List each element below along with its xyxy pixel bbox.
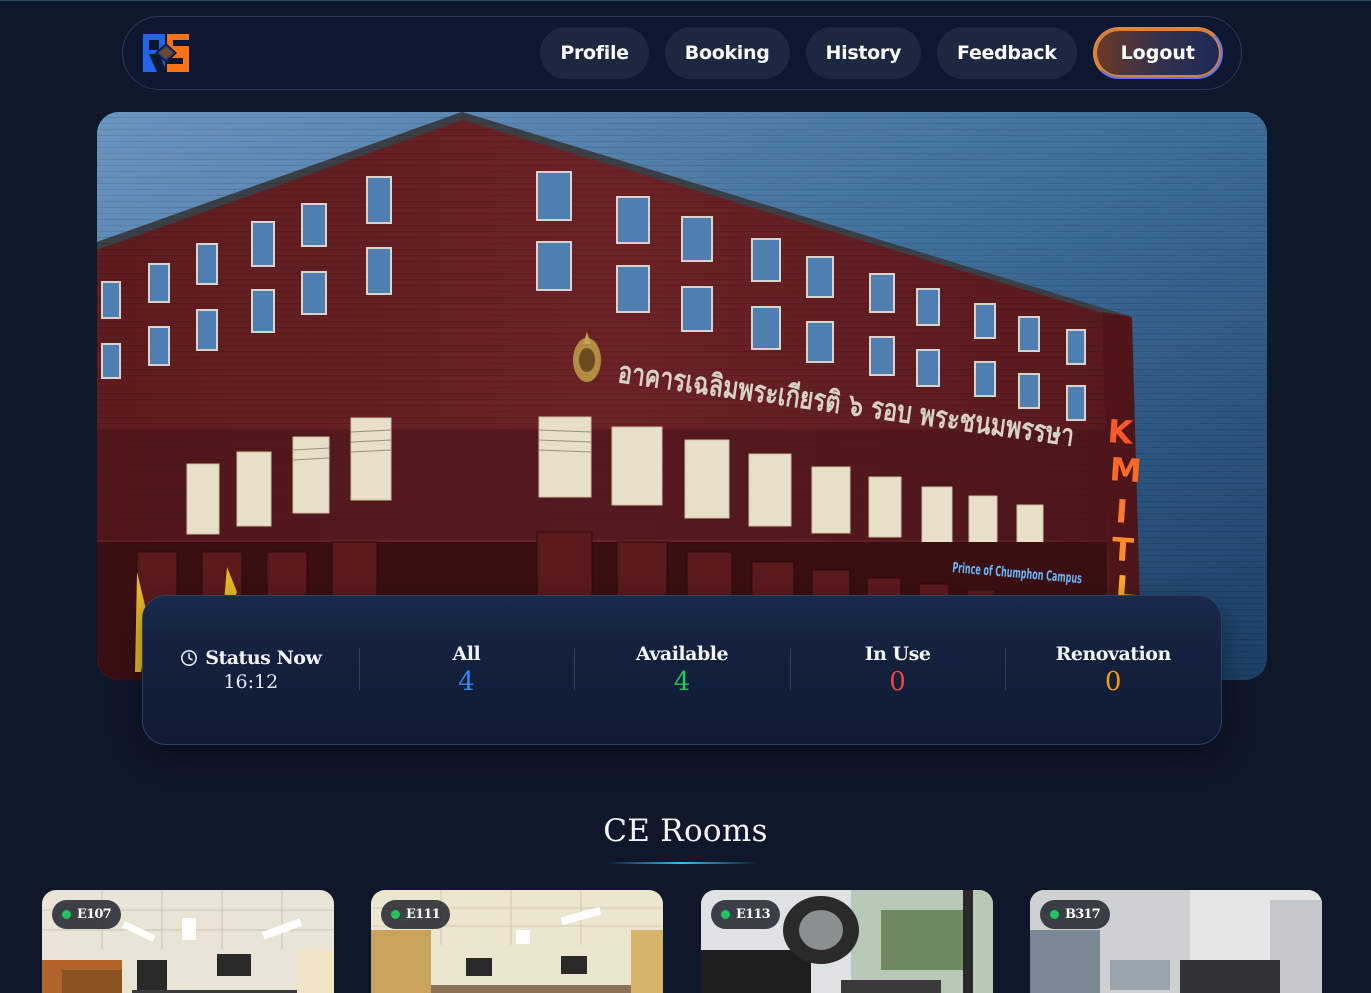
stat-available-value: 4: [673, 667, 691, 697]
logout-button[interactable]: Logout: [1092, 27, 1224, 79]
available-status-dot: [721, 910, 730, 919]
stat-renovation-label: Renovation: [1055, 643, 1172, 665]
section-title-underline: [606, 862, 758, 864]
nav-links: Profile Booking History Feedback Logout: [540, 27, 1224, 79]
available-status-dot: [62, 910, 71, 919]
stat-renovation-value: 0: [1104, 667, 1122, 697]
status-now-time: 16:12: [223, 671, 279, 693]
clock-icon: [180, 649, 198, 667]
stat-all: All 4: [358, 596, 575, 744]
profile-button[interactable]: Profile: [540, 27, 649, 79]
svg-text:M: M: [1108, 450, 1142, 490]
status-now-label: Status Now: [205, 647, 322, 669]
stat-in-use: In Use 0: [789, 596, 1006, 744]
room-name: E113: [736, 907, 771, 922]
section-title: CE Rooms: [603, 813, 768, 849]
stat-available-label: Available: [635, 643, 729, 665]
stat-available: Available 4: [574, 596, 790, 744]
status-now: Status Now 16:12: [143, 596, 359, 744]
booking-button[interactable]: Booking: [664, 27, 790, 79]
stat-in-use-label: In Use: [864, 643, 931, 665]
room-name: E111: [406, 907, 441, 922]
stat-all-label: All: [452, 643, 481, 665]
svg-text:T: T: [1110, 530, 1135, 569]
logo-icon[interactable]: [141, 32, 191, 74]
stat-in-use-value: 0: [889, 667, 906, 697]
room-name: B317: [1065, 907, 1101, 922]
room-name: E107: [77, 907, 112, 922]
feedback-button[interactable]: Feedback: [937, 27, 1077, 79]
stat-all-value: 4: [458, 667, 475, 697]
room-badge: E113: [711, 900, 780, 929]
room-badge: E111: [381, 900, 450, 929]
room-card-b317[interactable]: B317: [1030, 890, 1322, 993]
stat-renovation: Renovation 0: [1005, 596, 1221, 744]
history-button[interactable]: History: [805, 27, 922, 79]
available-status-dot: [1050, 910, 1059, 919]
room-card-e107[interactable]: E107: [42, 890, 334, 993]
room-card-e111[interactable]: E111: [371, 890, 663, 993]
status-panel: Status Now 16:12 All 4 Available 4 In Us…: [142, 595, 1222, 745]
room-badge: E107: [52, 900, 121, 929]
svg-text:K: K: [1106, 412, 1135, 452]
top-navbar: Profile Booking History Feedback Logout: [122, 16, 1242, 90]
room-badge: B317: [1040, 900, 1110, 929]
available-status-dot: [391, 910, 400, 919]
room-card-e113[interactable]: E113: [701, 890, 993, 993]
